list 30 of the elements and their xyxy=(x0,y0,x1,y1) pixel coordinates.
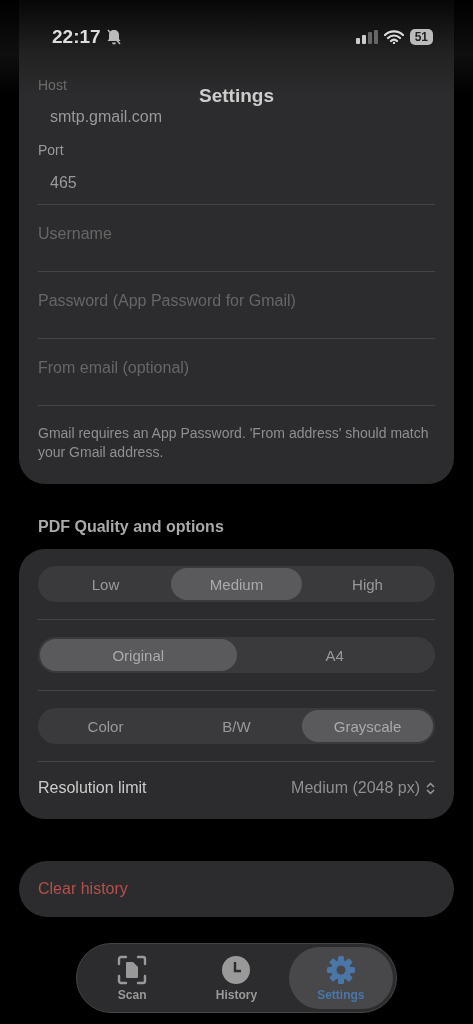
gear-icon xyxy=(325,954,356,985)
bell-slash-icon xyxy=(106,29,121,45)
section-heading: PDF Quality and options xyxy=(38,518,225,536)
resolution-picker[interactable]: Medium (2048 px) xyxy=(291,779,435,797)
clear-history-button[interactable]: Clear history xyxy=(19,861,454,917)
segment-option[interactable]: Color xyxy=(40,710,171,742)
input-field[interactable]: Username xyxy=(38,205,435,263)
segment-option[interactable]: High xyxy=(302,568,433,600)
status-time: 22:17 xyxy=(52,26,101,48)
wifi-icon xyxy=(383,30,404,44)
field-label: Host xyxy=(38,78,68,92)
screen-title: Settings xyxy=(198,86,275,106)
segment-option[interactable]: A4 xyxy=(236,639,433,671)
segment-option[interactable]: B/W xyxy=(171,710,302,742)
tab[interactable]: History xyxy=(184,947,289,1009)
document-scan-icon xyxy=(117,954,148,985)
input-field[interactable]: Password (App Password for Gmail) xyxy=(38,272,435,330)
chevron-up-down-icon xyxy=(426,781,435,795)
setting-label: Resolution limit xyxy=(38,779,147,797)
segment-option[interactable]: Medium xyxy=(171,568,302,600)
input-field[interactable]: 465 xyxy=(50,170,435,196)
input-field[interactable]: From email (optional) xyxy=(38,339,435,397)
segment-option[interactable]: Grayscale xyxy=(302,710,433,742)
clock-icon xyxy=(221,954,252,985)
tab[interactable]: Scan xyxy=(80,947,185,1009)
signal-icon xyxy=(355,30,378,44)
field-label: Port xyxy=(38,142,65,158)
hint-text: Gmail requires an App Password. 'From address' should match your Gmail address. xyxy=(38,424,430,462)
segment-option[interactable]: Low xyxy=(40,568,171,600)
segment-option[interactable]: Original xyxy=(40,639,237,671)
